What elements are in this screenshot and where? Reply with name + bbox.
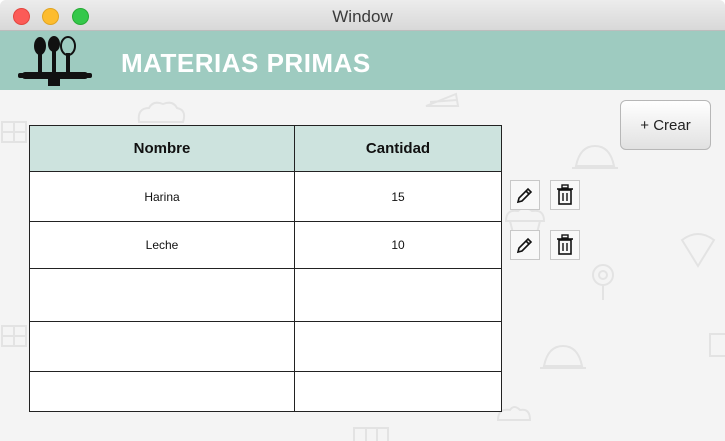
window-title: Window <box>332 7 393 26</box>
waffle-doodle-icon <box>709 333 725 357</box>
lollipop-doodle-icon <box>592 264 614 300</box>
create-button[interactable]: + Crear <box>620 100 711 150</box>
edit-button-row-2[interactable] <box>510 230 540 260</box>
cell-cantidad[interactable]: 10 <box>294 221 502 269</box>
kitchen-utensils-icon <box>18 36 92 86</box>
waffle-doodle-icon <box>1 121 27 143</box>
chocolate-bar-doodle-icon <box>353 427 389 441</box>
cake-doodle-icon <box>137 101 186 123</box>
raw-materials-table: Nombre Cantidad Harina 15 Leche 10 <box>29 125 502 412</box>
column-header-cantidad[interactable]: Cantidad <box>294 125 502 172</box>
app-window: Window MATERIAS PRIMAS + Crear Nombre Ca… <box>0 0 725 441</box>
delete-button-row-2[interactable] <box>550 230 580 260</box>
ice-cream-doodle-icon <box>680 233 716 268</box>
waffle-doodle-icon <box>1 325 27 347</box>
column-header-nombre[interactable]: Nombre <box>29 125 295 172</box>
title-bar: Window <box>0 0 725 31</box>
table-header-row: Nombre Cantidad <box>29 125 502 172</box>
cell-nombre[interactable]: Leche <box>29 221 295 269</box>
table-row-empty[interactable] <box>29 371 502 412</box>
cell-cantidad[interactable]: 15 <box>294 171 502 222</box>
cell-nombre[interactable]: Harina <box>29 171 295 222</box>
trash-icon <box>557 234 573 255</box>
table-row-empty[interactable] <box>29 321 502 372</box>
edit-button-row-1[interactable] <box>510 180 540 210</box>
table-row[interactable]: Harina 15 <box>29 171 502 222</box>
pencil-icon <box>516 187 533 204</box>
delete-button-row-1[interactable] <box>550 180 580 210</box>
pudding-doodle-icon <box>572 144 618 169</box>
cake-slice-doodle-icon <box>425 92 460 107</box>
pencil-icon <box>516 237 533 254</box>
trash-icon <box>557 184 573 205</box>
table-row[interactable]: Leche 10 <box>29 221 502 269</box>
pudding-doodle-icon <box>540 344 586 369</box>
page-header: MATERIAS PRIMAS <box>0 31 725 90</box>
page-title: MATERIAS PRIMAS <box>121 48 371 78</box>
table-row-empty[interactable] <box>29 268 502 322</box>
